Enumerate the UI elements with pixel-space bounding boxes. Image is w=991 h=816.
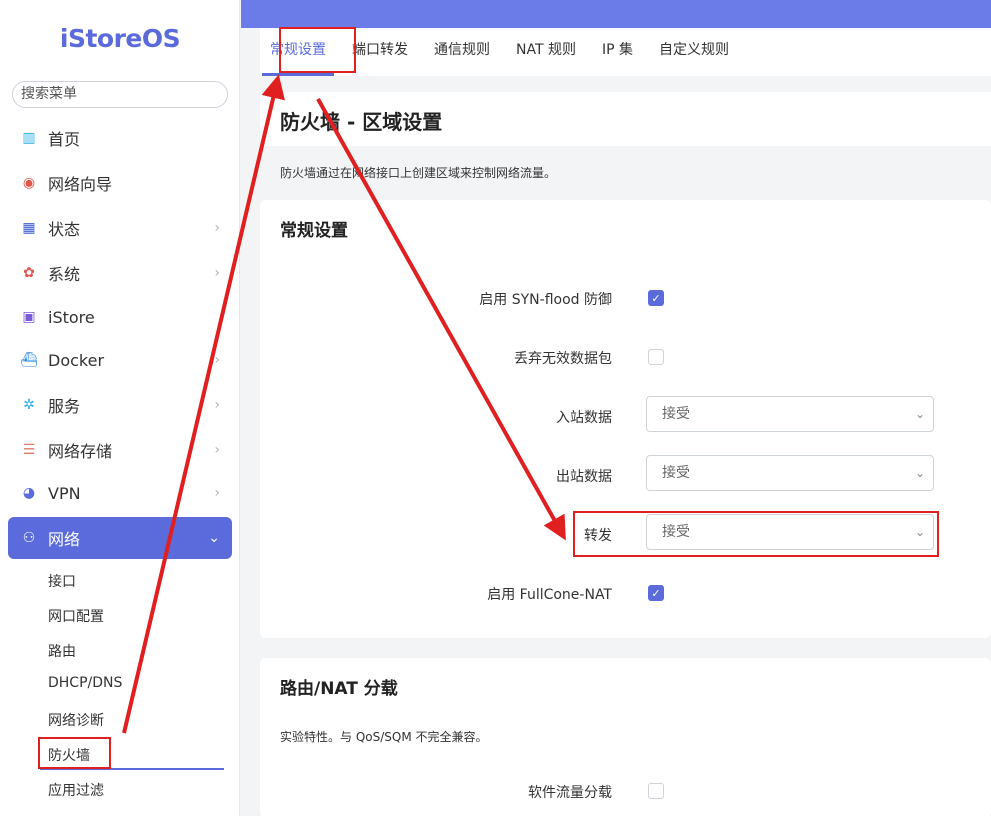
- sidebar-item-vpn[interactable]: ◕ VPN ›: [8, 472, 232, 514]
- drop-invalid-checkbox[interactable]: [648, 349, 664, 365]
- database-icon: ☰: [22, 442, 36, 458]
- grid-icon: ▦: [22, 220, 36, 236]
- sidebar-item-system[interactable]: ✿ 系统 ›: [8, 252, 232, 294]
- fullcone-label: 启用 FullCone-NAT: [487, 587, 612, 603]
- sidebar-item-docker[interactable]: ⛴ Docker ›: [8, 339, 232, 381]
- top-bar: [241, 0, 991, 28]
- chevron-down-icon: ⌄: [914, 466, 925, 480]
- sidebar-item-wizard[interactable]: ◉ 网络向导: [8, 162, 232, 204]
- tab-nat-rules[interactable]: NAT 规则: [516, 28, 576, 76]
- forward-label: 转发: [584, 528, 612, 544]
- input-select[interactable]: 接受 ⌄: [646, 396, 934, 432]
- page-title: 防火墙 - 区域设置: [260, 92, 991, 146]
- sidebar: iStoreOS 搜索菜单 ▥ 首页 ◉ 网络向导 ▦ 状态 › ✿ 系统 › …: [0, 0, 240, 816]
- chevron-right-icon: ›: [214, 265, 220, 281]
- submenu-item-interfaces[interactable]: 接口: [48, 571, 76, 591]
- chevron-right-icon: ›: [214, 397, 220, 413]
- sidebar-item-label: VPN: [48, 483, 81, 503]
- drop-invalid-label: 丢弃无效数据包: [514, 351, 612, 367]
- submenu-item-routes[interactable]: 路由: [48, 641, 76, 661]
- section-title: 路由/NAT 分载: [280, 679, 398, 699]
- cogs-icon: ✲: [23, 397, 35, 413]
- vpn-icon: ◕: [22, 485, 36, 501]
- gear-icon: ✿: [23, 265, 35, 281]
- sidebar-item-label: 状态: [48, 220, 81, 239]
- input-select-value: 接受: [662, 406, 690, 422]
- tab-traffic-rules[interactable]: 通信规则: [434, 28, 490, 76]
- sidebar-item-label: 网络存储: [48, 442, 113, 461]
- software-offload-checkbox[interactable]: [648, 783, 664, 799]
- page-description: 防火墙通过在网络接口上创建区域来控制网络流量。: [280, 166, 557, 180]
- chevron-right-icon: ›: [214, 352, 220, 368]
- sidebar-item-label: Docker: [48, 350, 105, 370]
- submenu-item-app-filter[interactable]: 应用过滤: [48, 780, 104, 800]
- sidebar-item-label: iStore: [48, 307, 95, 327]
- output-select-value: 接受: [662, 465, 690, 481]
- syn-flood-label: 启用 SYN-flood 防御: [479, 292, 612, 308]
- globe-icon: ◉: [22, 175, 36, 191]
- offload-card: 路由/NAT 分载 实验特性。与 QoS/SQM 不完全兼容。 软件流量分载: [260, 658, 991, 816]
- general-settings-card: 常规设置 启用 SYN-flood 防御 ✓ 丢弃无效数据包 入站数据 接受 ⌄…: [260, 200, 991, 638]
- tab-custom-rules[interactable]: 自定义规则: [659, 28, 729, 76]
- sidebar-item-home[interactable]: ▥ 首页: [8, 117, 232, 159]
- network-icon: ⚇: [22, 530, 36, 546]
- sidebar-item-status[interactable]: ▦ 状态 ›: [8, 207, 232, 249]
- chevron-down-icon: ⌄: [914, 407, 925, 421]
- input-label: 入站数据: [556, 410, 612, 426]
- docker-icon: ⛴: [20, 352, 38, 368]
- syn-flood-checkbox[interactable]: ✓: [648, 290, 664, 306]
- forward-select-value: 接受: [662, 524, 690, 540]
- software-offload-label: 软件流量分载: [528, 785, 612, 801]
- submenu-item-port-config[interactable]: 网口配置: [48, 606, 104, 626]
- chevron-down-icon: ⌄: [914, 525, 925, 539]
- sidebar-item-label: 首页: [48, 130, 81, 149]
- sidebar-item-label: 网络向导: [48, 175, 113, 194]
- search-input[interactable]: 搜索菜单: [12, 81, 228, 108]
- tab-port-forward[interactable]: 端口转发: [352, 28, 408, 76]
- fullcone-checkbox[interactable]: ✓: [648, 585, 664, 601]
- bag-icon: ▣: [22, 309, 36, 325]
- chevron-down-icon: ⌄: [208, 530, 220, 546]
- submenu-item-diagnostics[interactable]: 网络诊断: [48, 710, 104, 730]
- sidebar-item-label: 服务: [48, 397, 81, 416]
- output-select[interactable]: 接受 ⌄: [646, 455, 934, 491]
- output-label: 出站数据: [556, 469, 612, 485]
- sidebar-item-storage[interactable]: ☰ 网络存储 ›: [8, 429, 232, 471]
- submenu-item-dhcp-dns[interactable]: DHCP/DNS: [48, 675, 122, 691]
- offload-description: 实验特性。与 QoS/SQM 不完全兼容。: [280, 730, 488, 744]
- sidebar-item-label: 系统: [48, 265, 81, 284]
- section-title: 常规设置: [280, 221, 348, 241]
- dashboard-icon: ▥: [22, 130, 36, 146]
- tab-ipsets[interactable]: IP 集: [602, 28, 633, 76]
- active-indicator: [40, 768, 224, 770]
- forward-select[interactable]: 接受 ⌄: [646, 514, 934, 550]
- sidebar-item-istore[interactable]: ▣ iStore: [8, 296, 232, 338]
- tab-bar: 常规设置 端口转发 通信规则 NAT 规则 IP 集 自定义规则: [260, 28, 991, 76]
- sidebar-item-label: 网络: [48, 530, 81, 549]
- submenu-item-firewall[interactable]: 防火墙: [48, 745, 90, 765]
- logo: iStoreOS: [59, 24, 181, 53]
- chevron-right-icon: ›: [214, 220, 220, 236]
- sidebar-item-services[interactable]: ✲ 服务 ›: [8, 384, 232, 426]
- tab-general[interactable]: 常规设置: [262, 28, 334, 76]
- chevron-right-icon: ›: [214, 442, 220, 458]
- sidebar-item-network[interactable]: ⚇ 网络 ⌄: [8, 517, 232, 559]
- chevron-right-icon: ›: [214, 485, 220, 501]
